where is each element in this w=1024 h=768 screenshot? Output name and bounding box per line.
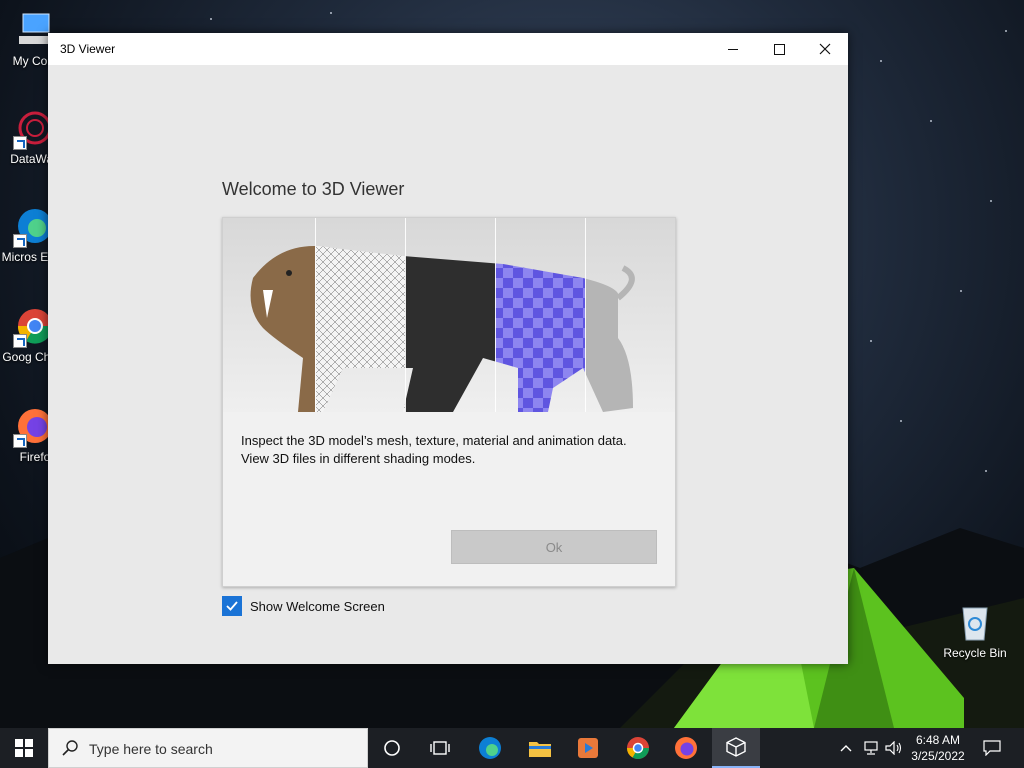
task-view-icon [430, 741, 450, 755]
action-center-button[interactable] [978, 728, 1006, 768]
network-button[interactable] [860, 728, 882, 768]
window-content: Welcome to 3D Viewer Inspect the 3D mode… [48, 65, 848, 664]
task-view-button[interactable] [416, 728, 464, 768]
close-icon [819, 43, 831, 55]
description-line-2: View 3D files in different shading modes… [241, 451, 476, 466]
speaker-icon [885, 741, 902, 755]
network-icon [864, 741, 878, 755]
search-icon [62, 740, 78, 756]
desktop-icon-recycle-bin[interactable]: Recycle Bin [940, 602, 1010, 660]
hero-image-sabertooth [223, 218, 675, 412]
description-line-1: Inspect the 3D model’s mesh, texture, ma… [241, 433, 627, 448]
shortcut-arrow-icon [13, 434, 27, 448]
ok-button[interactable]: Ok [451, 530, 657, 564]
maximize-button[interactable] [756, 33, 802, 65]
taskbar-file-explorer[interactable] [516, 728, 564, 768]
search-placeholder: Type here to search [89, 741, 213, 757]
shortcut-arrow-icon [13, 136, 27, 150]
media-player-icon [578, 738, 598, 758]
clock-time: 6:48 AM [915, 733, 961, 747]
start-button[interactable] [0, 728, 48, 768]
welcome-heading: Welcome to 3D Viewer [222, 179, 405, 199]
welcome-card: Inspect the 3D model’s mesh, texture, ma… [222, 217, 676, 587]
checkmark-icon [226, 601, 238, 611]
taskbar-3d-viewer[interactable] [712, 728, 760, 768]
taskbar-media-player[interactable] [564, 728, 612, 768]
recycle-bin-icon [955, 602, 995, 642]
3d-viewer-icon [726, 737, 746, 757]
shortcut-arrow-icon [13, 234, 27, 248]
welcome-description: Inspect the 3D model’s mesh, texture, ma… [241, 432, 661, 468]
show-hidden-icons-button[interactable] [836, 728, 856, 768]
taskbar: Type here to search 6:48 AM 3/25/2022 [0, 728, 1024, 768]
taskbar-clock[interactable]: 6:48 AM 3/25/2022 [902, 732, 974, 764]
notification-icon [983, 740, 1001, 756]
windows-logo-icon [15, 739, 33, 757]
close-button[interactable] [802, 33, 848, 65]
shortcut-arrow-icon [13, 334, 27, 348]
volume-button[interactable] [884, 728, 904, 768]
firefox-icon [675, 737, 697, 759]
desktop-icon-label: Recycle Bin [943, 646, 1007, 660]
show-welcome-label: Show Welcome Screen [250, 598, 385, 614]
taskbar-edge[interactable] [466, 728, 514, 768]
cortana-button[interactable] [368, 728, 416, 768]
taskbar-search-box[interactable]: Type here to search [48, 728, 368, 768]
chevron-up-icon [840, 745, 852, 752]
file-explorer-icon [529, 742, 551, 757]
edge-icon [479, 737, 501, 759]
window-title: 3D Viewer [60, 42, 116, 56]
minimize-button[interactable] [710, 33, 756, 65]
cortana-icon [384, 740, 400, 756]
window-titlebar[interactable]: 3D Viewer [48, 33, 848, 65]
clock-date: 3/25/2022 [911, 749, 965, 763]
chrome-icon [627, 737, 649, 759]
taskbar-chrome[interactable] [614, 728, 662, 768]
3d-viewer-window: 3D Viewer Welcome to 3D Viewer Inspect t… [48, 33, 848, 664]
show-welcome-checkbox[interactable] [222, 596, 242, 616]
taskbar-firefox[interactable] [662, 728, 710, 768]
show-welcome-checkbox-row[interactable]: Show Welcome Screen [222, 596, 385, 616]
